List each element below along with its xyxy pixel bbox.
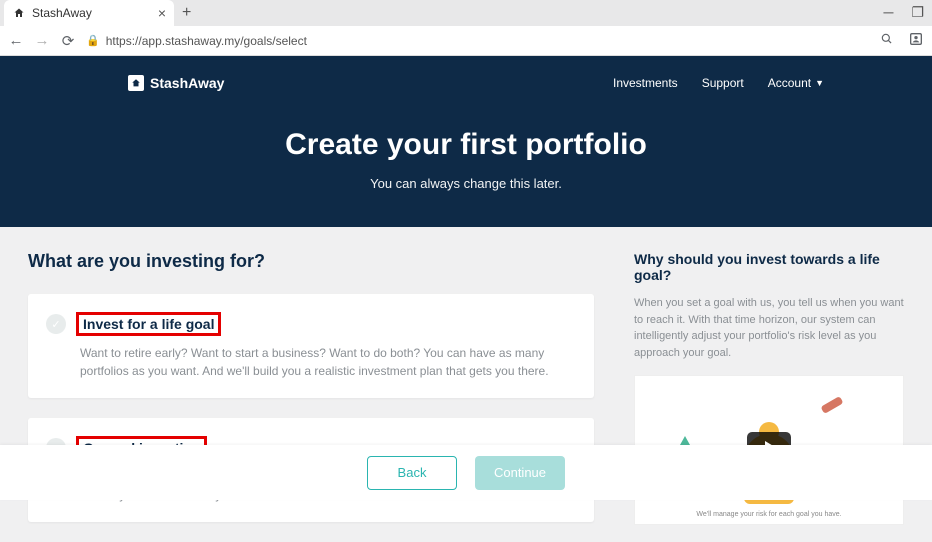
back-button[interactable]: Back (367, 456, 457, 490)
bar-shape-icon (820, 396, 843, 414)
brand-name: StashAway (150, 75, 224, 91)
page-title: Create your first portfolio (28, 128, 904, 162)
zoom-icon[interactable] (880, 32, 894, 49)
card-desc-life-goal: Want to retire early? Want to start a bu… (80, 344, 572, 380)
tab-title: StashAway (32, 6, 152, 20)
nav-support[interactable]: Support (702, 76, 744, 90)
url-text: https://app.stashaway.my/goals/select (106, 34, 307, 48)
footer-actions: Back Continue (0, 445, 932, 500)
browser-tab[interactable]: StashAway × (4, 0, 174, 26)
forward-icon[interactable]: → (34, 32, 50, 49)
hero-section: StashAway Investments Support Account ▼ … (0, 56, 932, 227)
card-title-life-goal: Invest for a life goal (76, 312, 221, 336)
option-card-life-goal[interactable]: ✓ Invest for a life goal Want to retire … (28, 294, 594, 398)
profile-icon[interactable] (908, 31, 924, 50)
brand-logo[interactable]: StashAway (128, 75, 224, 91)
nav-account[interactable]: Account ▼ (768, 76, 824, 90)
nav-investments[interactable]: Investments (613, 76, 678, 90)
browser-toolbar: ← → ⟳ 🔒 https://app.stashaway.my/goals/s… (0, 26, 932, 56)
chevron-down-icon: ▼ (815, 78, 824, 88)
lock-icon: 🔒 (86, 34, 100, 47)
continue-button[interactable]: Continue (475, 456, 565, 490)
reload-icon[interactable]: ⟳ (60, 32, 76, 50)
sidebar-heading: Why should you invest towards a life goa… (634, 251, 904, 283)
brand-icon (128, 75, 144, 91)
new-tab-button[interactable]: + (182, 4, 191, 22)
back-icon[interactable]: ← (8, 32, 24, 49)
window-maximize-icon[interactable]: ❐ (911, 4, 924, 21)
sidebar-desc: When you set a goal with us, you tell us… (634, 295, 904, 361)
check-icon: ✓ (46, 314, 66, 334)
window-minimize-icon[interactable]: ─ (884, 4, 894, 21)
nav-account-label: Account (768, 76, 811, 90)
browser-tab-strip: StashAway × + ─ ❐ (0, 0, 932, 26)
video-caption: We'll manage your risk for each goal you… (635, 511, 903, 518)
top-nav: StashAway Investments Support Account ▼ (28, 66, 904, 100)
site-favicon (12, 6, 26, 20)
address-bar[interactable]: 🔒 https://app.stashaway.my/goals/select (86, 34, 870, 48)
question-heading: What are you investing for? (28, 251, 594, 272)
page-subtitle: You can always change this later. (28, 176, 904, 191)
close-tab-icon[interactable]: × (158, 5, 166, 21)
